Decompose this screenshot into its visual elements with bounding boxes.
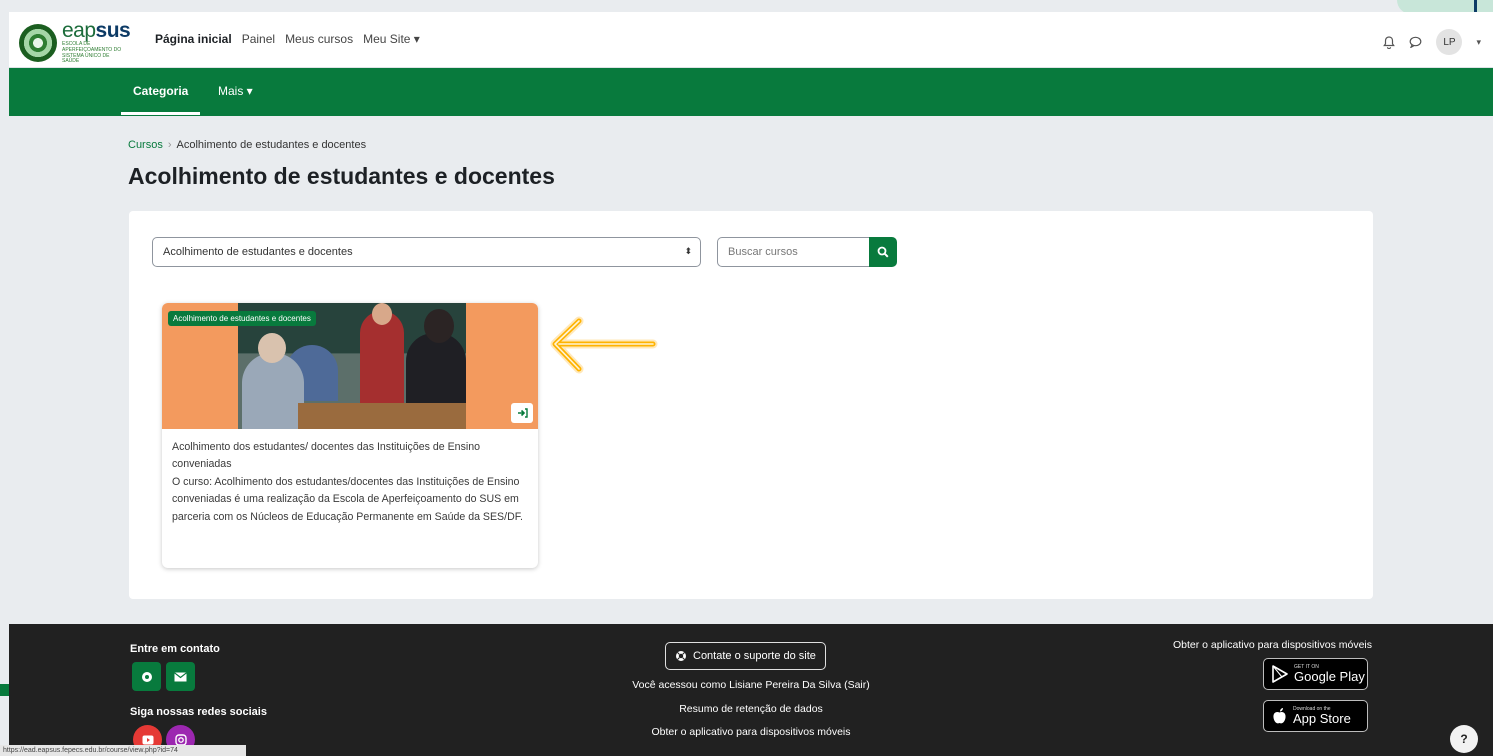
brand-name-bold: sus <box>95 19 131 42</box>
search-button[interactable] <box>869 237 897 267</box>
bell-icon[interactable] <box>1383 35 1396 49</box>
brand-tagline: ESCOLA DE APERFEIÇOAMENTO DO SISTEMA ÚNI… <box>62 41 122 65</box>
breadcrumb-courses-link[interactable]: Cursos <box>128 139 163 151</box>
brand-name-light: eap <box>62 19 96 42</box>
chevron-down-icon[interactable]: ▾ <box>1476 37 1481 48</box>
play-triangle-icon <box>1272 665 1288 683</box>
chat-icon[interactable] <box>1409 36 1422 48</box>
breadcrumb-separator: › <box>167 139 172 151</box>
breadcrumb: Cursos › Acolhimento de estudantes e docen… <box>128 139 366 151</box>
nav-item-dashboard[interactable]: Painel <box>242 32 275 46</box>
course-card-image[interactable]: Acolhimento de estudantes e docentes <box>162 303 538 429</box>
primary-nav: Página inicial Painel Meus cursos Meu Si… <box>155 32 420 46</box>
search-icon <box>877 246 889 258</box>
google-play-label: Google Play <box>1294 668 1365 684</box>
site-logo[interactable]: eapsus ESCOLA DE APERFEIÇOAMENTO DO SIST… <box>19 19 131 65</box>
page-title: Acolhimento de estudantes e docentes <box>128 163 555 189</box>
logo-text: eapsus ESCOLA DE APERFEIÇOAMENTO DO SIST… <box>62 19 131 65</box>
app-store-button[interactable]: Download on the App Store <box>1263 700 1368 732</box>
contact-support-label: Contate o suporte do site <box>693 650 816 662</box>
tab-more[interactable]: Mais ▾ <box>218 84 253 98</box>
user-avatar[interactable]: LP <box>1436 29 1463 55</box>
course-card[interactable]: Acolhimento de estudantes e docentes Aco… <box>162 303 538 568</box>
tab-category[interactable]: Categoria <box>120 84 201 115</box>
apple-icon <box>1273 708 1286 724</box>
footer-contact-title: Entre em contato <box>130 643 220 655</box>
mobile-app-title: Obter o aplicativo para dispositivos móv… <box>1172 639 1372 651</box>
google-play-button[interactable]: GET IT ON Google Play <box>1263 658 1368 690</box>
status-bar-url: https://ead.eapsus.fepecs.edu.br/course/… <box>0 745 246 756</box>
enter-course-icon <box>517 408 528 418</box>
lifebuoy-icon <box>676 651 686 661</box>
course-list-panel: Acolhimento de estudantes e docentes ⬍ B… <box>129 211 1373 599</box>
course-card-body: Acolhimento dos estudantes/ docentes das… <box>162 429 538 526</box>
course-summary: O curso: Acolhimento dos estudantes/doce… <box>172 475 523 523</box>
highlight-arrow-icon <box>550 316 658 374</box>
app-store-label: App Store <box>1293 710 1351 726</box>
course-title-link[interactable]: Acolhimento dos estudantes/ docentes das… <box>172 439 528 474</box>
course-search-input[interactable]: Buscar cursos <box>717 237 870 267</box>
help-button[interactable]: ? <box>1450 725 1478 753</box>
secondary-nav: Categoria Mais ▾ <box>9 68 1493 116</box>
breadcrumb-current[interactable]: Acolhimento de estudantes e docentes <box>177 139 367 151</box>
top-navbar: eapsus ESCOLA DE APERFEIÇOAMENTO DO SIST… <box>9 12 1493 68</box>
user-menu-area: LP ▾ <box>1383 29 1481 55</box>
course-category-badge: Acolhimento de estudantes e docentes <box>168 311 316 326</box>
nav-item-my-courses[interactable]: Meus cursos <box>285 32 353 46</box>
category-select[interactable]: Acolhimento de estudantes e docentes ⬍ <box>152 237 701 267</box>
category-select-value: Acolhimento de estudantes e docentes <box>163 246 353 258</box>
nav-item-home[interactable]: Página inicial <box>155 32 232 46</box>
left-edge-decoration <box>0 684 9 696</box>
logo-mark-icon <box>19 23 57 62</box>
site-footer: Entre em contato Siga nossas redes socia… <box>9 624 1493 756</box>
nav-item-my-site[interactable]: Meu Site ▾ <box>363 32 420 46</box>
enter-course-button[interactable] <box>511 403 533 423</box>
contact-support-button[interactable]: Contate o suporte do site <box>665 642 826 670</box>
select-caret-icon: ⬍ <box>684 246 692 256</box>
